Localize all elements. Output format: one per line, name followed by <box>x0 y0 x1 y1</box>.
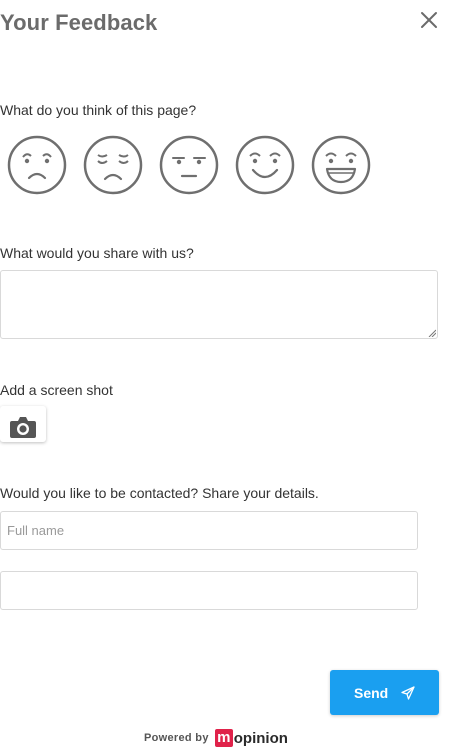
comment-question: What would you share with us? <box>0 245 194 261</box>
smile-smiley-icon <box>235 135 295 195</box>
sad-smiley-icon <box>83 135 143 195</box>
rating-question: What do you think of this page? <box>0 102 197 118</box>
add-screenshot-button[interactable] <box>0 406 46 442</box>
rating-option-very-unhappy[interactable] <box>6 134 68 196</box>
rating-option-happy[interactable] <box>234 134 296 196</box>
send-button-label: Send <box>354 685 389 701</box>
screenshot-label: Add a screen shot <box>0 382 113 398</box>
paper-plane-icon <box>401 686 415 700</box>
contact-question: Would you like to be contacted? Share yo… <box>0 485 319 501</box>
rating-smileys <box>6 134 376 196</box>
rating-option-neutral[interactable] <box>158 134 220 196</box>
rating-option-very-happy[interactable] <box>310 134 372 196</box>
powered-by: Powered by m opinion <box>144 726 288 750</box>
frown-smiley-icon <box>7 135 67 195</box>
rating-option-unhappy[interactable] <box>82 134 144 196</box>
dialog-title: Your Feedback <box>0 10 158 35</box>
close-icon <box>421 12 437 28</box>
powered-by-label: Powered by <box>144 732 209 744</box>
mopinion-logo[interactable]: m opinion <box>214 729 288 747</box>
email-input[interactable] <box>0 571 418 610</box>
neutral-smiley-icon <box>159 135 219 195</box>
full-name-input[interactable] <box>0 511 418 550</box>
resize-grip-icon[interactable] <box>428 329 436 337</box>
logo-wordmark: opinion <box>233 729 288 747</box>
comment-textarea[interactable] <box>0 270 438 339</box>
camera-icon <box>10 417 36 438</box>
logo-mark: m <box>214 729 233 747</box>
grin-smiley-icon <box>311 135 371 195</box>
close-button[interactable] <box>416 8 442 34</box>
send-button[interactable]: Send <box>330 670 439 715</box>
